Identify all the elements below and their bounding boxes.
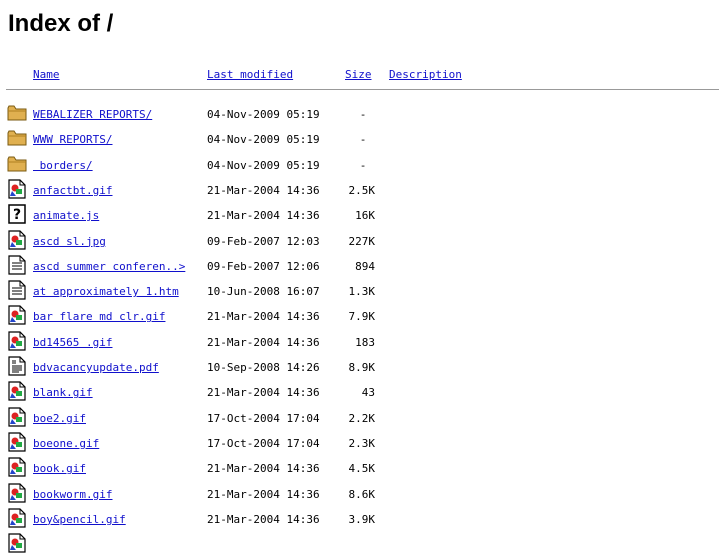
file-row: ascd summer conferen..> 09-Feb-2007 12:06… xyxy=(0,253,727,278)
file-link[interactable]: at approximately 1.htm xyxy=(33,285,179,299)
file-size: 894 xyxy=(355,259,375,273)
image-file-icon[interactable] xyxy=(7,331,27,351)
column-header-size[interactable]: Size xyxy=(345,68,372,82)
image-file-icon[interactable] xyxy=(7,432,27,452)
image-file-icon[interactable] xyxy=(7,381,27,401)
file-size: 227K xyxy=(348,234,376,248)
folder-icon[interactable] xyxy=(7,154,27,174)
folder-icon[interactable] xyxy=(7,128,27,148)
image-file-icon[interactable] xyxy=(7,457,27,477)
file-size: - xyxy=(359,133,367,147)
file-link[interactable]: bar flare md clr.gif xyxy=(33,310,165,324)
file-size: - xyxy=(359,158,367,172)
image-file-icon[interactable] xyxy=(7,508,27,528)
file-size: 1.3K xyxy=(348,285,376,299)
file-link[interactable]: boy&pencil.gif xyxy=(33,513,126,527)
file-row: boeone.gif 17-Oct-2004 17:04 2.3K xyxy=(0,430,727,455)
file-size: 8.9K xyxy=(348,361,376,374)
file-link[interactable]: blank.gif xyxy=(33,386,93,400)
file-row: ? animate.js 21-Mar-2004 14:36 16K xyxy=(0,202,727,227)
unknown-file-icon[interactable]: ? xyxy=(7,204,27,224)
file-last-modified: 21-Mar-2004 14:36 xyxy=(207,209,320,223)
file-row: bookworm.gif 21-Mar-2004 14:36 8.6K xyxy=(0,481,727,506)
file-link[interactable]: bdvacancyupdate.pdf xyxy=(33,361,159,375)
file-size: 4.5K xyxy=(348,462,376,476)
file-last-modified: 21-Mar-2004 14:36 xyxy=(207,183,320,197)
file-size: 3.9K xyxy=(348,512,376,526)
layout-file-icon[interactable] xyxy=(7,356,27,376)
image-file-icon[interactable] xyxy=(7,179,27,199)
file-size: 2.2K xyxy=(348,411,376,425)
file-link[interactable]: WEBALIZER REPORTS/ xyxy=(33,108,152,122)
file-last-modified: 04-Nov-2009 05:19 xyxy=(207,108,320,121)
text-file-icon[interactable] xyxy=(7,255,27,275)
file-link[interactable]: ascd sl.jpg xyxy=(33,235,106,249)
image-file-icon[interactable] xyxy=(7,406,27,427)
folder-icon[interactable] xyxy=(7,103,27,123)
file-last-modified: 17-Oct-2004 17:04 xyxy=(207,411,320,425)
image-file-icon[interactable] xyxy=(7,305,27,325)
file-last-modified: 09-Feb-2007 12:06 xyxy=(207,259,320,273)
file-link[interactable]: boe2.gif xyxy=(33,412,86,426)
file-last-modified: 04-Nov-2009 05:19 xyxy=(207,158,320,172)
file-row: anfactbt.gif 21-Mar-2004 14:36 2.5K xyxy=(0,177,727,202)
file-row: bd14565 .gif 21-Mar-2004 14:36 183 xyxy=(0,329,727,354)
file-link[interactable]: boeone.gif xyxy=(33,437,99,451)
file-size: 8.6K xyxy=(348,487,376,501)
file-last-modified: 10-Sep-2008 14:26 xyxy=(207,361,320,374)
file-row: blank.gif 21-Mar-2004 14:36 43 xyxy=(0,379,727,404)
file-link[interactable]: bookworm.gif xyxy=(33,488,112,502)
file-link[interactable]: WWW REPORTS/ xyxy=(33,133,112,147)
file-row: WEBALIZER REPORTS/04-Nov-2009 05:19 - xyxy=(0,101,727,126)
image-file-icon[interactable] xyxy=(7,229,27,250)
file-row: bar flare md clr.gif 21-Mar-2004 14:36 7.9… xyxy=(0,303,727,328)
file-row xyxy=(0,531,727,556)
image-file-icon[interactable] xyxy=(7,482,27,503)
file-size: 7.9K xyxy=(348,310,376,324)
file-row: boy&pencil.gif 21-Mar-2004 14:36 3.9K xyxy=(0,506,727,531)
file-last-modified: 21-Mar-2004 14:36 xyxy=(207,487,320,501)
file-last-modified: 21-Mar-2004 14:36 xyxy=(207,310,320,324)
file-last-modified: 21-Mar-2004 14:36 xyxy=(207,335,320,349)
file-row: ascd sl.jpg 09-Feb-2007 12:03 227K xyxy=(0,228,727,253)
file-link[interactable]: book.gif xyxy=(33,462,86,476)
column-header-description[interactable]: Description xyxy=(389,68,462,82)
column-header-name[interactable]: Name xyxy=(33,68,60,82)
file-link[interactable]: animate.js xyxy=(33,209,99,223)
file-row: bdvacancyupdate.pdf 10-Sep-2008 14:26 8.9K xyxy=(0,354,727,379)
page-title: Index of / xyxy=(8,10,114,37)
file-row: book.gif 21-Mar-2004 14:36 4.5K xyxy=(0,455,727,480)
file-last-modified: 21-Mar-2004 14:36 xyxy=(207,462,320,476)
file-row: at approximately 1.htm 10-Jun-2008 16:07 1… xyxy=(0,278,727,303)
file-size: 2.3K xyxy=(348,436,376,450)
file-size: 183 xyxy=(355,335,375,349)
file-last-modified: 21-Mar-2004 14:36 xyxy=(207,386,320,400)
text-file-icon[interactable] xyxy=(7,280,27,300)
file-last-modified: 09-Feb-2007 12:03 xyxy=(207,234,320,248)
file-link[interactable]: ascd summer conferen..> xyxy=(33,260,185,274)
file-size: 43 xyxy=(361,386,375,400)
file-link[interactable]: bd14565 .gif xyxy=(33,336,112,350)
file-row: borders/04-Nov-2009 05:19 - xyxy=(0,152,727,177)
svg-text:?: ? xyxy=(13,207,21,223)
file-row: WWW REPORTS/04-Nov-2009 05:19 - xyxy=(0,126,727,151)
file-link[interactable]: anfactbt.gif xyxy=(33,184,112,198)
file-row: boe2.gif 17-Oct-2004 17:04 2.2K xyxy=(0,405,727,430)
file-last-modified: 04-Nov-2009 05:19 xyxy=(207,133,320,147)
header-divider xyxy=(6,89,719,90)
file-size: - xyxy=(359,108,367,121)
file-size: 2.5K xyxy=(348,183,376,197)
file-size: 16K xyxy=(355,209,375,223)
file-link[interactable]: borders/ xyxy=(33,159,93,173)
column-header-last-modified[interactable]: Last modified xyxy=(207,68,293,82)
file-last-modified: 17-Oct-2004 17:04 xyxy=(207,436,320,450)
file-last-modified: 21-Mar-2004 14:36 xyxy=(207,512,320,526)
image-file-icon[interactable] xyxy=(7,533,27,553)
file-last-modified: 10-Jun-2008 16:07 xyxy=(207,285,320,299)
